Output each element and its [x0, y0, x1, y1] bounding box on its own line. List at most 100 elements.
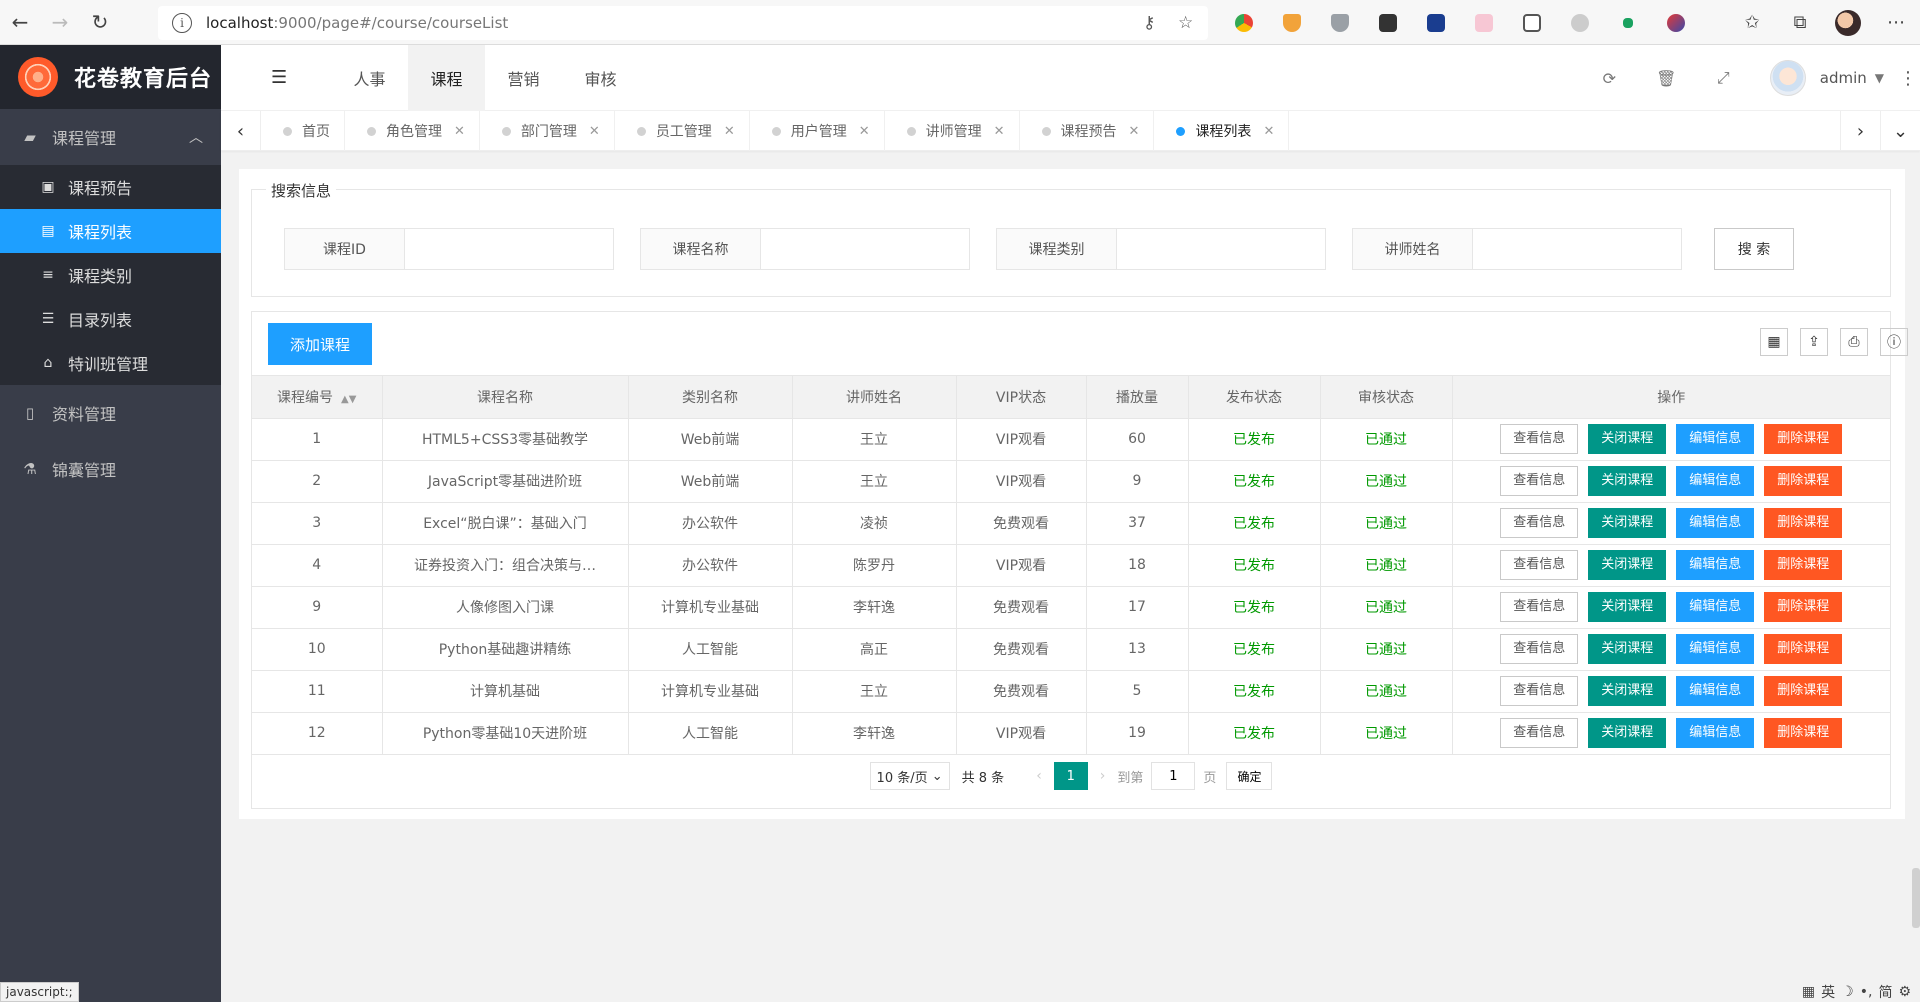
- sidebar-group-tips[interactable]: ⚗ 锦囊管理: [0, 441, 221, 497]
- close-course-button[interactable]: 关闭课程: [1588, 508, 1667, 538]
- delete-course-button[interactable]: 删除课程: [1764, 634, 1843, 664]
- close-icon[interactable]: ✕: [1129, 124, 1140, 139]
- username[interactable]: admin: [1820, 69, 1867, 87]
- close-icon[interactable]: ✕: [859, 124, 870, 139]
- close-icon[interactable]: ✕: [1263, 124, 1274, 139]
- ime-lang[interactable]: 英: [1821, 982, 1835, 1002]
- course-id-input[interactable]: [405, 229, 613, 269]
- menu-toggle-icon[interactable]: ☰: [271, 67, 287, 88]
- close-icon[interactable]: ✕: [589, 124, 600, 139]
- prev-page-icon[interactable]: ‹: [1036, 768, 1042, 784]
- export-icon[interactable]: ⇪: [1800, 328, 1828, 356]
- delete-course-button[interactable]: 删除课程: [1764, 592, 1843, 622]
- search-button[interactable]: 搜 索: [1714, 228, 1794, 270]
- edit-info-button[interactable]: 编辑信息: [1676, 676, 1755, 706]
- caret-down-icon[interactable]: ▼: [1875, 71, 1884, 85]
- sidebar-group-course[interactable]: ▰ 课程管理 ︿: [0, 109, 221, 165]
- tabs-dropdown-icon[interactable]: ⌄: [1880, 111, 1920, 151]
- tabs-prev-icon[interactable]: ‹: [221, 111, 261, 151]
- close-course-button[interactable]: 关闭课程: [1588, 424, 1667, 454]
- cat-ext-icon[interactable]: [1460, 0, 1508, 45]
- refresh-icon[interactable]: ⟳: [1581, 45, 1638, 111]
- top-nav-review[interactable]: 审核: [562, 45, 639, 111]
- edit-info-button[interactable]: 编辑信息: [1676, 424, 1755, 454]
- colorful-ext-icon[interactable]: [1652, 0, 1700, 45]
- more-menu-icon[interactable]: ⋯: [1872, 0, 1920, 45]
- chrome-ext-icon[interactable]: [1220, 0, 1268, 45]
- sidebar-group-material[interactable]: ▯ 资料管理: [0, 385, 221, 441]
- current-page[interactable]: 1: [1053, 762, 1088, 790]
- tab-course-preview[interactable]: 课程预告 ✕: [1020, 111, 1155, 151]
- sidebar-item-training[interactable]: ⌂ 特训班管理: [0, 341, 221, 385]
- delete-course-button[interactable]: 删除课程: [1764, 550, 1843, 580]
- ime-moon-icon[interactable]: ☽: [1841, 984, 1854, 1000]
- columns-filter-icon[interactable]: ▦: [1760, 328, 1788, 356]
- ime-script[interactable]: 简: [1878, 982, 1892, 1002]
- recycle-ext-icon[interactable]: [1556, 0, 1604, 45]
- trash-icon[interactable]: 🗑: [1638, 45, 1695, 111]
- close-icon[interactable]: ✕: [724, 124, 735, 139]
- goto-page-input[interactable]: [1151, 762, 1196, 790]
- shield-ext-icon[interactable]: [1268, 0, 1316, 45]
- view-info-button[interactable]: 查看信息: [1500, 424, 1579, 454]
- avatar[interactable]: [1769, 60, 1806, 96]
- page-scrollbar[interactable]: [1912, 868, 1920, 928]
- sidebar-item-course-list[interactable]: ▤ 课程列表: [0, 209, 221, 253]
- key-icon[interactable]: ⚷: [1143, 13, 1155, 33]
- address-bar[interactable]: i localhost:9000/page#/course/courseList…: [158, 6, 1208, 40]
- tab-staff[interactable]: 员工管理 ✕: [615, 111, 750, 151]
- collections-icon[interactable]: ⧉: [1776, 0, 1824, 45]
- sidebar-item-catalog[interactable]: ☰ 目录列表: [0, 297, 221, 341]
- delete-course-button[interactable]: 删除课程: [1764, 676, 1843, 706]
- forward-arrow-icon[interactable]: →: [40, 0, 80, 45]
- game-ext-icon[interactable]: [1364, 0, 1412, 45]
- view-info-button[interactable]: 查看信息: [1500, 592, 1579, 622]
- print-icon[interactable]: ⎙: [1840, 328, 1868, 356]
- view-info-button[interactable]: 查看信息: [1500, 676, 1579, 706]
- edit-info-button[interactable]: 编辑信息: [1676, 634, 1755, 664]
- favorites-icon[interactable]: ✩: [1728, 0, 1776, 45]
- more-vertical-icon[interactable]: ⋮: [1896, 68, 1920, 89]
- delete-course-button[interactable]: 删除课程: [1764, 508, 1843, 538]
- fullscreen-icon[interactable]: ⤢: [1695, 45, 1752, 111]
- tv-ext-icon[interactable]: [1508, 0, 1556, 45]
- ime-settings-icon[interactable]: ⚙: [1898, 984, 1911, 1000]
- page-size-select[interactable]: 10 条/页 ⌄: [869, 762, 950, 790]
- top-nav-course[interactable]: 课程: [408, 45, 485, 111]
- delete-course-button[interactable]: 删除课程: [1764, 466, 1843, 496]
- course-name-input[interactable]: [761, 229, 969, 269]
- tab-teacher[interactable]: 讲师管理 ✕: [885, 111, 1020, 151]
- close-course-button[interactable]: 关闭课程: [1588, 466, 1667, 496]
- view-info-button[interactable]: 查看信息: [1500, 508, 1579, 538]
- edit-info-button[interactable]: 编辑信息: [1676, 592, 1755, 622]
- delete-course-button[interactable]: 删除课程: [1764, 424, 1843, 454]
- view-info-button[interactable]: 查看信息: [1500, 634, 1579, 664]
- green-ext-icon[interactable]: [1604, 0, 1652, 45]
- info-icon[interactable]: ⓘ: [1880, 328, 1908, 356]
- goto-confirm-button[interactable]: 确定: [1226, 762, 1273, 790]
- close-icon[interactable]: ✕: [454, 124, 465, 139]
- close-course-button[interactable]: 关闭课程: [1588, 676, 1667, 706]
- edit-info-button[interactable]: 编辑信息: [1676, 508, 1755, 538]
- teacher-name-input[interactable]: [1473, 229, 1681, 269]
- col-header-course-id[interactable]: 课程编号 ▲▼: [252, 376, 383, 419]
- add-course-button[interactable]: 添加课程: [268, 323, 372, 365]
- tab-role[interactable]: 角色管理 ✕: [345, 111, 480, 151]
- course-category-input[interactable]: [1117, 229, 1325, 269]
- view-info-button[interactable]: 查看信息: [1500, 466, 1579, 496]
- reload-icon[interactable]: ↻: [80, 0, 120, 45]
- tabs-next-icon[interactable]: ›: [1840, 111, 1880, 151]
- info-icon[interactable]: i: [172, 13, 192, 33]
- top-nav-hr[interactable]: 人事: [331, 45, 408, 111]
- top-nav-marketing[interactable]: 营销: [485, 45, 562, 111]
- close-course-button[interactable]: 关闭课程: [1588, 634, 1667, 664]
- close-course-button[interactable]: 关闭课程: [1588, 550, 1667, 580]
- profile-avatar[interactable]: [1824, 0, 1872, 45]
- favorite-star-icon[interactable]: ☆: [1178, 13, 1193, 33]
- back-arrow-icon[interactable]: ←: [0, 0, 40, 45]
- tab-dept[interactable]: 部门管理 ✕: [480, 111, 615, 151]
- sidebar-item-course-category[interactable]: ≡ 课程类别: [0, 253, 221, 297]
- edit-info-button[interactable]: 编辑信息: [1676, 466, 1755, 496]
- ime-grid-icon[interactable]: ▦: [1802, 984, 1815, 1000]
- adblock-ext-icon[interactable]: [1316, 0, 1364, 45]
